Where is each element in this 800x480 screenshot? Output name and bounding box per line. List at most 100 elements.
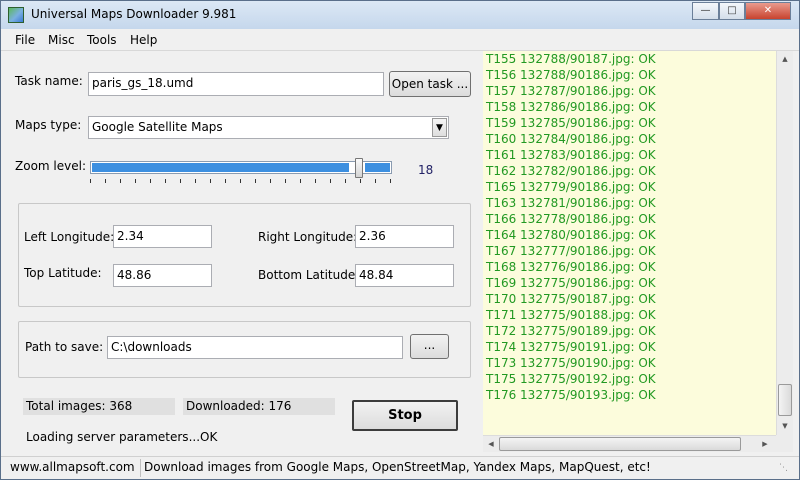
- horizontal-scroll-thumb[interactable]: [499, 437, 741, 451]
- path-to-save-input[interactable]: C:\downloads: [107, 336, 403, 359]
- title-bar[interactable]: Universal Maps Downloader 9.981 — □ ✕: [1, 1, 799, 29]
- log-line: T175 132775/90192.jpg: OK: [486, 372, 656, 386]
- close-icon: ✕: [763, 5, 773, 16]
- scroll-left-icon[interactable]: ◀: [485, 438, 497, 450]
- menu-bar: File Misc Tools Help: [1, 30, 799, 51]
- open-task-button[interactable]: Open task ...: [389, 71, 471, 97]
- right-longitude-label: Right Longitude:: [258, 230, 358, 244]
- resize-grip-icon[interactable]: ⋱: [779, 463, 793, 477]
- zoom-tick: [255, 179, 256, 183]
- zoom-slider-ticks: [90, 179, 392, 185]
- log-line: T158 132786/90186.jpg: OK: [486, 100, 656, 114]
- zoom-slider-fill: [92, 163, 349, 172]
- zoom-tick: [300, 179, 301, 183]
- app-window: Universal Maps Downloader 9.981 — □ ✕ Fi…: [0, 0, 800, 480]
- log-line: T156 132788/90186.jpg: OK: [486, 68, 656, 82]
- log-line: T170 132775/90187.jpg: OK: [486, 292, 656, 306]
- log-horizontal-scrollbar[interactable]: ◀ ▶: [483, 435, 776, 452]
- log-vertical-scrollbar[interactable]: ▲ ▼: [776, 51, 793, 435]
- log-line: T161 132783/90186.jpg: OK: [486, 148, 656, 162]
- log-line: T173 132775/90190.jpg: OK: [486, 356, 656, 370]
- path-to-save-label: Path to save:: [25, 340, 104, 354]
- left-longitude-label: Left Longitude:: [24, 230, 115, 244]
- zoom-slider-thumb[interactable]: [355, 158, 363, 178]
- scroll-down-icon[interactable]: ▼: [779, 420, 791, 432]
- zoom-slider-track[interactable]: [90, 161, 392, 174]
- zoom-slider-fill-right: [365, 163, 390, 172]
- menu-help[interactable]: Help: [130, 33, 157, 47]
- log-line: T159 132785/90186.jpg: OK: [486, 116, 656, 130]
- zoom-level-label: Zoom level:: [15, 159, 86, 173]
- zoom-tick: [225, 179, 226, 183]
- minimize-button[interactable]: —: [692, 2, 719, 20]
- log-line: T168 132776/90186.jpg: OK: [486, 260, 656, 274]
- log-line: T155 132788/90187.jpg: OK: [486, 52, 656, 66]
- download-log[interactable]: T155 132788/90187.jpg: OK T156 132788/901…: [483, 51, 776, 435]
- close-button[interactable]: ✕: [745, 2, 791, 20]
- zoom-tick: [390, 179, 391, 183]
- menu-tools[interactable]: Tools: [87, 33, 117, 47]
- app-map-icon: [8, 7, 24, 23]
- maximize-icon: □: [727, 5, 737, 16]
- scroll-up-icon[interactable]: ▲: [779, 53, 791, 65]
- zoom-tick: [150, 179, 151, 183]
- maps-type-label: Maps type:: [15, 118, 82, 132]
- zoom-tick: [330, 179, 331, 183]
- downloaded-count: Downloaded: 176: [183, 398, 335, 415]
- browse-path-button[interactable]: ...: [410, 334, 449, 359]
- top-latitude-input[interactable]: 48.86: [113, 264, 212, 287]
- status-message: Loading server parameters...OK: [26, 430, 218, 444]
- log-line: T171 132775/90188.jpg: OK: [486, 308, 656, 322]
- window-title: Universal Maps Downloader 9.981: [31, 7, 237, 21]
- zoom-tick: [135, 179, 136, 183]
- menu-misc[interactable]: Misc: [48, 33, 75, 47]
- zoom-tick: [210, 179, 211, 183]
- vertical-scroll-thumb[interactable]: [778, 384, 792, 416]
- total-images-count: Total images: 368: [23, 398, 175, 415]
- log-line: T160 132784/90186.jpg: OK: [486, 132, 656, 146]
- left-longitude-input[interactable]: 2.34: [113, 225, 212, 248]
- zoom-tick: [105, 179, 106, 183]
- zoom-tick: [315, 179, 316, 183]
- menu-file[interactable]: File: [15, 33, 35, 47]
- log-line: T157 132787/90186.jpg: OK: [486, 84, 656, 98]
- scroll-corner: [776, 435, 793, 452]
- zoom-tick: [90, 179, 91, 183]
- zoom-tick: [270, 179, 271, 183]
- zoom-tick: [120, 179, 121, 183]
- scroll-right-icon[interactable]: ▶: [759, 438, 771, 450]
- log-line: T169 132775/90186.jpg: OK: [486, 276, 656, 290]
- log-line: T166 132778/90186.jpg: OK: [486, 212, 656, 226]
- maps-type-select[interactable]: Google Satellite Maps: [88, 116, 449, 139]
- zoom-tick: [345, 179, 346, 183]
- maximize-button[interactable]: □: [719, 2, 745, 20]
- status-bar: www.allmapsoft.com Download images from …: [1, 456, 799, 479]
- zoom-tick: [195, 179, 196, 183]
- zoom-tick: [165, 179, 166, 183]
- minimize-icon: —: [700, 5, 711, 16]
- right-longitude-input[interactable]: 2.36: [355, 225, 454, 248]
- zoom-tick: [240, 179, 241, 183]
- stop-button[interactable]: Stop: [352, 400, 458, 431]
- log-line: T167 132777/90186.jpg: OK: [486, 244, 656, 258]
- task-name-input[interactable]: paris_gs_18.umd: [88, 72, 384, 96]
- zoom-tick: [285, 179, 286, 183]
- coordinates-group: [18, 203, 471, 307]
- zoom-tick: [375, 179, 376, 183]
- top-latitude-label: Top Latitude:: [24, 266, 102, 280]
- log-line: T172 132775/90189.jpg: OK: [486, 324, 656, 338]
- log-line: T162 132782/90186.jpg: OK: [486, 164, 656, 178]
- zoom-tick: [180, 179, 181, 183]
- log-line: T165 132779/90186.jpg: OK: [486, 180, 656, 194]
- bottom-latitude-label: Bottom Latitude:: [258, 268, 360, 282]
- zoom-tick: [360, 179, 361, 183]
- task-name-label: Task name:: [15, 74, 83, 88]
- log-line: T174 132775/90191.jpg: OK: [486, 340, 656, 354]
- log-line: T163 132781/90186.jpg: OK: [486, 196, 656, 210]
- log-line: T176 132775/90193.jpg: OK: [486, 388, 656, 402]
- statusbar-message: Download images from Google Maps, OpenSt…: [144, 460, 651, 474]
- maps-type-value: Google Satellite Maps: [92, 120, 223, 134]
- statusbar-url: www.allmapsoft.com: [7, 459, 141, 477]
- dropdown-arrow-icon[interactable]: ▼: [432, 118, 447, 137]
- bottom-latitude-input[interactable]: 48.84: [355, 264, 454, 287]
